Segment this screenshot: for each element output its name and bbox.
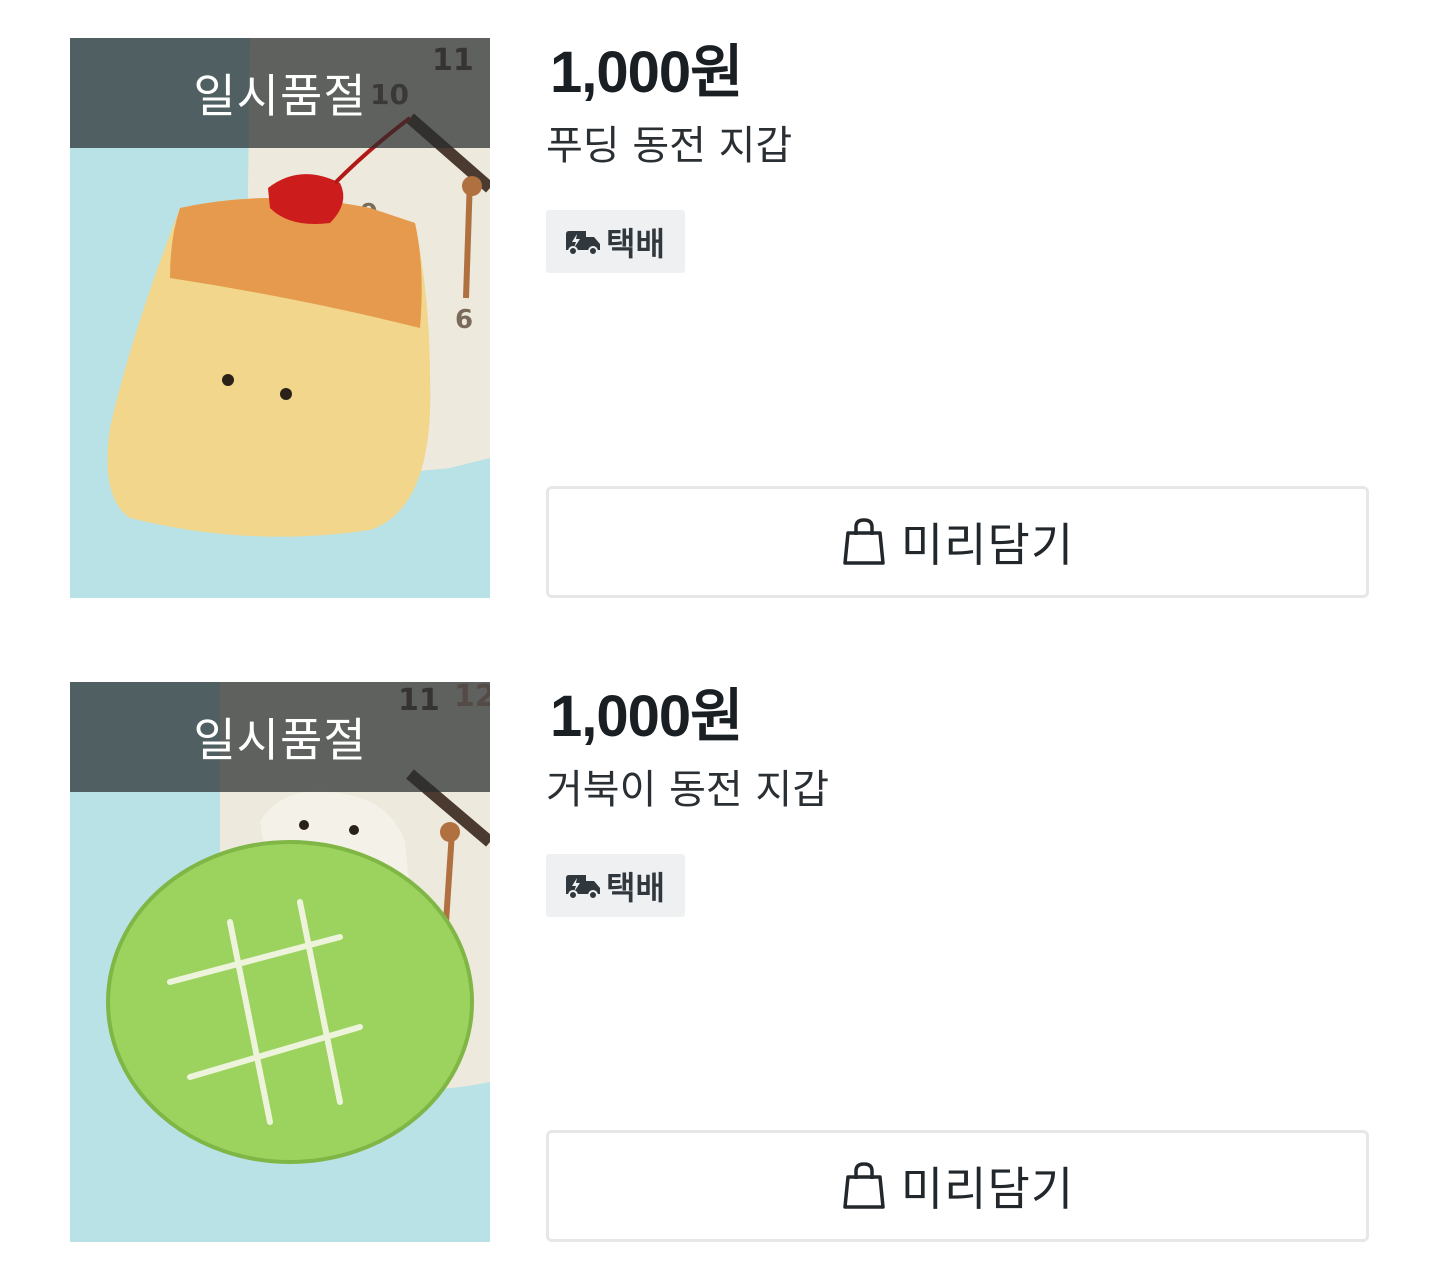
product-name[interactable]: 푸딩 동전 지갑 — [546, 122, 792, 170]
soldout-overlay: 일시품절 — [70, 682, 490, 792]
product-card[interactable]: 11 10 9 6 일시품절 1,000원 푸딩 동전 지갑 — [0, 38, 1440, 598]
product-card[interactable]: 11 12 6 일시품절 — [0, 682, 1440, 1242]
product-info: 1,000원 푸딩 동전 지갑 택배 미리담기 — [546, 38, 1370, 598]
shopping-bag-icon — [843, 518, 885, 565]
preorder-cart-label: 미리담기 — [900, 518, 1075, 572]
soldout-overlay: 일시품절 — [70, 38, 490, 148]
delivery-label: 택배 — [606, 868, 665, 907]
product-image[interactable]: 11 12 6 일시품절 — [70, 682, 490, 1242]
preorder-cart-button[interactable]: 미리담기 — [546, 486, 1369, 598]
product-name[interactable]: 거북이 동전 지갑 — [546, 766, 829, 814]
preorder-cart-label: 미리담기 — [900, 1162, 1075, 1216]
preorder-cart-button[interactable]: 미리담기 — [546, 1130, 1369, 1242]
product-list: 11 10 9 6 일시품절 1,000원 푸딩 동전 지갑 — [0, 0, 1440, 1274]
product-price: 1,000원 — [550, 684, 744, 749]
shopping-bag-icon — [843, 1162, 885, 1209]
truck-icon — [566, 230, 600, 256]
product-image[interactable]: 11 10 9 6 일시품절 — [70, 38, 490, 598]
truck-icon — [566, 874, 600, 900]
delivery-label: 택배 — [606, 224, 665, 263]
product-info: 1,000원 거북이 동전 지갑 택배 미리담기 — [546, 682, 1370, 1242]
product-price: 1,000원 — [550, 40, 744, 105]
delivery-badge: 택배 — [546, 854, 685, 917]
svg-text:6: 6 — [455, 305, 473, 335]
delivery-badge: 택배 — [546, 210, 685, 273]
